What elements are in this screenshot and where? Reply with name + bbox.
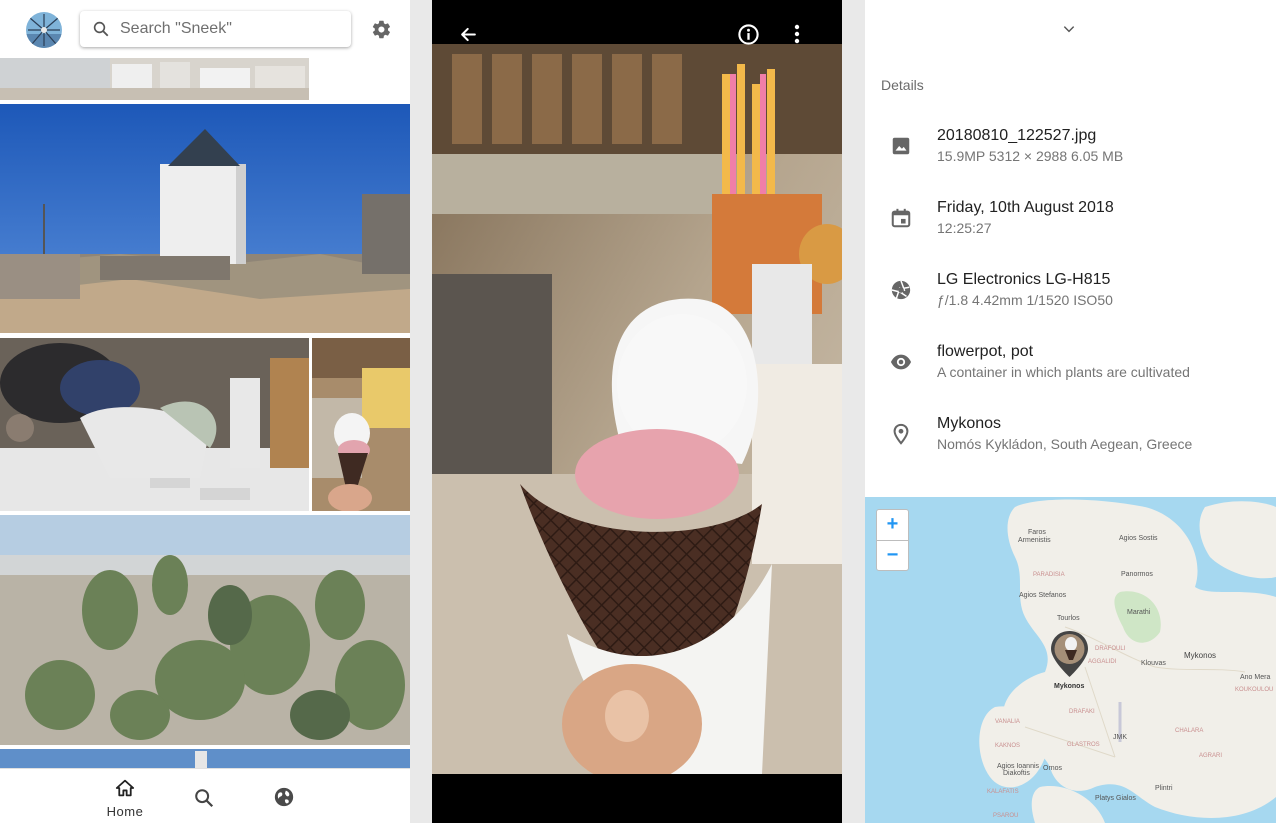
map-label-mykonos-town: Mykonos xyxy=(1054,683,1085,690)
chevron-down-icon[interactable] xyxy=(1062,22,1076,36)
avatar[interactable] xyxy=(26,12,62,48)
bottom-nav: Home xyxy=(0,768,410,823)
camera-model: LG Electronics LG-H815 xyxy=(937,271,1111,288)
nav-home-label: Home xyxy=(106,804,144,819)
aperture-icon xyxy=(891,280,911,300)
map-label-tourlos: Tourlos xyxy=(1057,615,1080,622)
detail-camera: LG Electronics LG-H815 ƒ/1.8 4.42mm 1/15… xyxy=(865,271,1276,331)
ice-cream-photo xyxy=(432,44,842,774)
date-primary: Friday, 10th August 2018 xyxy=(937,199,1114,216)
file-meta: 15.9MP 5312 × 2988 6.05 MB xyxy=(937,148,1124,164)
map-label-agios-sostis: Agios Sostis xyxy=(1119,535,1158,542)
top-bar xyxy=(0,0,410,58)
eye-icon xyxy=(890,354,912,370)
zoom-out-button[interactable]: − xyxy=(877,541,908,571)
map-label-platys-gialos: Platys Gialos xyxy=(1095,795,1136,802)
map-label-mykonos-region: Mykonos xyxy=(1184,651,1217,660)
map-pin-icon xyxy=(893,423,909,445)
tags-primary: flowerpot, pot xyxy=(937,343,1034,360)
gear-icon[interactable] xyxy=(371,19,392,40)
map-label-aggalidi: AGGALIDI xyxy=(1088,659,1117,665)
more-vert-icon[interactable] xyxy=(794,24,800,44)
map-label-faros: Faros xyxy=(1028,529,1046,536)
detail-date: Friday, 10th August 2018 12:25:27 xyxy=(865,199,1276,259)
map-label-glastros: GLASTROS xyxy=(1067,742,1100,748)
map-label-agios-stefanos: Agios Stefanos xyxy=(1019,592,1067,599)
home-icon xyxy=(115,779,135,797)
photo-tile-partial[interactable] xyxy=(0,58,309,100)
photo-viewer xyxy=(432,0,842,823)
map-label-chalara: CHALARA xyxy=(1175,728,1204,734)
globe-icon[interactable] xyxy=(273,786,295,808)
location-primary: Mykonos xyxy=(937,415,1002,432)
viewer-toolbar xyxy=(432,0,842,46)
calendar-icon xyxy=(891,208,911,228)
map-label-kalafatis: KALAFATIS xyxy=(987,789,1019,795)
cactus-photo xyxy=(0,515,410,745)
map-label-agrari: AGRARI xyxy=(1199,753,1223,759)
search-bar[interactable] xyxy=(80,11,351,47)
map-label-ano-mera: Ano Mera xyxy=(1240,674,1271,681)
location-map[interactable]: Faros Armenistis Agios Sostis PARADISIA … xyxy=(865,497,1276,823)
map-label-vanalia: VANALIA xyxy=(995,719,1020,725)
details-panel: Details 20180810_122527.jpg 15.9MP 5312 … xyxy=(865,0,1276,823)
map-label-klouvas: Klouvas xyxy=(1141,660,1166,667)
detail-file: 20180810_122527.jpg 15.9MP 5312 × 2988 6… xyxy=(865,127,1276,187)
date-secondary: 12:25:27 xyxy=(937,220,992,236)
main-photo[interactable] xyxy=(432,44,842,774)
sky-photo xyxy=(0,749,410,768)
map-label-ornos: Ornos xyxy=(1043,765,1063,772)
map-label-marathi: Marathi xyxy=(1127,609,1151,616)
nav-home[interactable]: Home xyxy=(100,779,150,819)
gallery-photo-goat[interactable] xyxy=(0,338,309,511)
map-label-airport: JMK xyxy=(1113,734,1127,741)
map-label-armenistis: Armenistis xyxy=(1018,537,1051,544)
map-label-psarou: PSAROU xyxy=(993,813,1019,819)
map-label-plintri: Plintri xyxy=(1155,785,1173,792)
windmill-photo xyxy=(0,104,410,333)
details-heading: Details xyxy=(881,77,924,93)
gallery-photo-windmill[interactable] xyxy=(0,104,410,333)
windmill-avatar-icon xyxy=(26,12,62,48)
gallery-photo-icecream[interactable] xyxy=(312,338,410,511)
map-label-koukoulou: KOUKOULOU xyxy=(1235,687,1274,693)
search-input[interactable] xyxy=(120,11,345,47)
map-label-drafaki: DRAFAKI xyxy=(1069,709,1095,715)
map-label-agios-ioannis: Agios Ioannis xyxy=(997,763,1040,770)
location-secondary: Nomós Kykládon, South Aegean, Greece xyxy=(937,436,1193,452)
search-icon xyxy=(93,21,109,37)
map-label-paradisia: PARADISIA xyxy=(1033,572,1065,578)
detail-tags: flowerpot, pot A container in which plan… xyxy=(865,343,1276,403)
map-zoom-control: + − xyxy=(876,509,909,571)
ice-cream-thumbnail xyxy=(312,338,410,511)
info-icon[interactable] xyxy=(737,23,760,46)
detail-location: Mykonos Nomós Kykládon, South Aegean, Gr… xyxy=(865,415,1276,475)
camera-settings: ƒ/1.8 4.42mm 1/1520 ISO50 xyxy=(937,292,1113,308)
tags-secondary: A container in which plants are cultivat… xyxy=(937,364,1190,380)
zoom-in-button[interactable]: + xyxy=(877,510,908,541)
town-photo xyxy=(0,58,309,100)
photo-map-pin-icon[interactable] xyxy=(1049,630,1090,678)
map-label-kaknos: KAKNOS xyxy=(995,743,1021,749)
map-label-drafouli: DRAFOULI xyxy=(1095,646,1126,652)
back-arrow-icon[interactable] xyxy=(459,25,478,44)
map-label-diakoftis: Diakoftis xyxy=(1003,770,1030,777)
file-name: 20180810_122527.jpg xyxy=(937,127,1097,144)
goat-sculpture-photo xyxy=(0,338,309,511)
gallery-panel: Home xyxy=(0,0,410,823)
map-label-panormos: Panormos xyxy=(1121,571,1153,578)
nav-search-icon[interactable] xyxy=(193,787,215,809)
gallery-photo-cactus[interactable] xyxy=(0,515,410,745)
image-icon xyxy=(892,137,910,155)
photo-tile-partial-bottom[interactable] xyxy=(0,749,410,768)
